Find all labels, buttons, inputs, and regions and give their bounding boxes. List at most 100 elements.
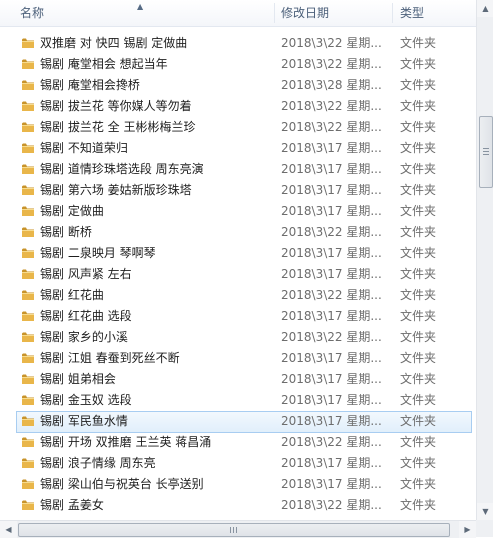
file-modified-date: 2018\3\17 星期... bbox=[281, 141, 382, 155]
file-type: 文件夹 bbox=[400, 141, 437, 155]
file-row[interactable]: 锡剧 二泉映月 琴啊琴 2018\3\17 星期... 文件夹 bbox=[16, 243, 476, 264]
file-row[interactable]: 锡剧 第六场 姜姑新版珍珠塔 2018\3\17 星期... 文件夹 bbox=[16, 180, 476, 201]
horizontal-scroll-thumb[interactable] bbox=[18, 523, 450, 537]
scroll-up-icon[interactable]: ▲ bbox=[477, 0, 493, 17]
file-modified-date: 2018\3\17 星期... bbox=[281, 162, 382, 176]
file-row[interactable]: 锡剧 孟姜女 2018\3\22 星期... 文件夹 bbox=[16, 495, 476, 516]
file-name: 锡剧 红花曲 bbox=[40, 288, 104, 302]
folder-icon bbox=[21, 226, 35, 238]
file-name: 锡剧 断桥 bbox=[40, 225, 92, 239]
column-divider[interactable] bbox=[274, 3, 275, 23]
file-modified-date: 2018\3\28 星期... bbox=[281, 78, 382, 92]
file-modified-date: 2018\3\22 星期... bbox=[281, 498, 382, 512]
vertical-scroll-thumb[interactable] bbox=[479, 116, 493, 188]
scroll-right-icon[interactable]: ▶ bbox=[459, 521, 476, 538]
file-type: 文件夹 bbox=[400, 330, 437, 344]
file-row[interactable]: 锡剧 姐弟相会 2018\3\17 星期... 文件夹 bbox=[16, 369, 476, 390]
file-modified-date: 2018\3\22 星期... bbox=[281, 288, 382, 302]
file-name: 锡剧 第六场 姜姑新版珍珠塔 bbox=[40, 183, 192, 197]
file-type: 文件夹 bbox=[400, 246, 437, 260]
file-name: 锡剧 孟姜女 bbox=[40, 498, 104, 512]
file-modified-date: 2018\3\17 星期... bbox=[281, 477, 382, 491]
file-name: 锡剧 不知道荣归 bbox=[40, 141, 128, 155]
scrollbar-corner bbox=[476, 520, 493, 537]
file-row[interactable]: 锡剧 江姐 春蚕到死丝不断 2018\3\17 星期... 文件夹 bbox=[16, 348, 476, 369]
file-name: 锡剧 梁山伯与祝英台 长亭送别 bbox=[40, 477, 204, 491]
file-modified-date: 2018\3\17 星期... bbox=[281, 351, 382, 365]
file-row[interactable]: 锡剧 红花曲 选段 2018\3\17 星期... 文件夹 bbox=[16, 306, 476, 327]
file-modified-date: 2018\3\17 星期... bbox=[281, 393, 382, 407]
file-row[interactable]: 锡剧 庵堂相会搀桥 2018\3\28 星期... 文件夹 bbox=[16, 75, 476, 96]
file-modified-date: 2018\3\22 星期... bbox=[281, 435, 382, 449]
file-list-view: ▲ 名称 修改日期 类型 双推磨 对 快四 锡剧 定做曲 2018\3\22 星期… bbox=[0, 0, 493, 538]
file-type: 文件夹 bbox=[400, 435, 437, 449]
file-row[interactable]: 锡剧 开场 双推磨 王兰英 蒋昌涌 2018\3\22 星期... 文件夹 bbox=[16, 432, 476, 453]
folder-icon bbox=[21, 100, 35, 112]
file-name: 锡剧 庵堂相会搀桥 bbox=[40, 78, 140, 92]
file-type: 文件夹 bbox=[400, 78, 437, 92]
sort-ascending-icon: ▲ bbox=[137, 2, 144, 11]
file-name: 锡剧 江姐 春蚕到死丝不断 bbox=[40, 351, 180, 365]
column-divider[interactable] bbox=[392, 3, 393, 23]
folder-icon bbox=[21, 373, 35, 385]
file-row[interactable]: 锡剧 拔兰花 全 王彬彬梅兰珍 2018\3\22 星期... 文件夹 bbox=[16, 117, 476, 138]
file-name: 锡剧 红花曲 选段 bbox=[40, 309, 132, 323]
file-name: 锡剧 定做曲 bbox=[40, 204, 104, 218]
file-type: 文件夹 bbox=[400, 414, 437, 428]
file-row[interactable]: 锡剧 不知道荣归 2018\3\17 星期... 文件夹 bbox=[16, 138, 476, 159]
file-row[interactable]: 锡剧 庵堂相会 想起当年 2018\3\22 星期... 文件夹 bbox=[16, 54, 476, 75]
file-type: 文件夹 bbox=[400, 288, 437, 302]
file-name: 双推磨 对 快四 锡剧 定做曲 bbox=[40, 36, 188, 50]
file-type: 文件夹 bbox=[400, 225, 437, 239]
scroll-left-icon[interactable]: ◀ bbox=[0, 521, 17, 538]
column-header-date[interactable]: 修改日期 bbox=[281, 0, 329, 26]
file-row[interactable]: 锡剧 风声紧 左右 2018\3\17 星期... 文件夹 bbox=[16, 264, 476, 285]
file-modified-date: 2018\3\17 星期... bbox=[281, 309, 382, 323]
file-type: 文件夹 bbox=[400, 393, 437, 407]
file-row[interactable]: 锡剧 断桥 2018\3\22 星期... 文件夹 bbox=[16, 222, 476, 243]
file-name: 锡剧 开场 双推磨 王兰英 蒋昌涌 bbox=[40, 435, 212, 449]
file-type: 文件夹 bbox=[400, 456, 437, 470]
file-type: 文件夹 bbox=[400, 204, 437, 218]
folder-icon bbox=[21, 436, 35, 448]
horizontal-scrollbar[interactable]: ◀ ▶ bbox=[0, 520, 476, 538]
file-type: 文件夹 bbox=[400, 372, 437, 386]
file-row[interactable]: 锡剧 浪子情缘 周东亮 2018\3\17 星期... 文件夹 bbox=[16, 453, 476, 474]
scroll-down-icon[interactable]: ▼ bbox=[477, 503, 493, 520]
file-modified-date: 2018\3\22 星期... bbox=[281, 225, 382, 239]
file-name: 锡剧 道情珍珠塔选段 周东亮演 bbox=[40, 162, 204, 176]
file-type: 文件夹 bbox=[400, 183, 437, 197]
folder-icon bbox=[21, 457, 35, 469]
file-row[interactable]: 双推磨 对 快四 锡剧 定做曲 2018\3\22 星期... 文件夹 bbox=[16, 33, 476, 54]
vertical-scrollbar[interactable]: ▲ ▼ bbox=[476, 0, 493, 520]
file-modified-date: 2018\3\17 星期... bbox=[281, 204, 382, 218]
file-modified-date: 2018\3\22 星期... bbox=[281, 330, 382, 344]
file-row[interactable]: 锡剧 红花曲 2018\3\22 星期... 文件夹 bbox=[16, 285, 476, 306]
file-type: 文件夹 bbox=[400, 351, 437, 365]
file-name: 锡剧 家乡的小溪 bbox=[40, 330, 128, 344]
folder-icon bbox=[21, 79, 35, 91]
file-modified-date: 2018\3\17 星期... bbox=[281, 183, 382, 197]
folder-icon bbox=[21, 499, 35, 511]
file-type: 文件夹 bbox=[400, 162, 437, 176]
file-row[interactable]: 锡剧 军民鱼水情 2018\3\17 星期... 文件夹 bbox=[16, 411, 476, 433]
column-header-name[interactable]: 名称 bbox=[20, 0, 44, 26]
file-rows: 双推磨 对 快四 锡剧 定做曲 2018\3\22 星期... 文件夹 锡剧 庵堂相会… bbox=[0, 33, 476, 523]
file-row[interactable]: 锡剧 家乡的小溪 2018\3\22 星期... 文件夹 bbox=[16, 327, 476, 348]
folder-icon bbox=[21, 478, 35, 490]
file-row[interactable]: 锡剧 金玉奴 选段 2018\3\17 星期... 文件夹 bbox=[16, 390, 476, 411]
folder-icon bbox=[21, 163, 35, 175]
column-header-type[interactable]: 类型 bbox=[400, 0, 424, 26]
file-name: 锡剧 二泉映月 琴啊琴 bbox=[40, 246, 156, 260]
file-type: 文件夹 bbox=[400, 120, 437, 134]
file-row[interactable]: 锡剧 梁山伯与祝英台 长亭送别 2018\3\17 星期... 文件夹 bbox=[16, 474, 476, 495]
file-row[interactable]: 锡剧 拔兰花 等你媒人等勿着 2018\3\22 星期... 文件夹 bbox=[16, 96, 476, 117]
folder-icon bbox=[21, 184, 35, 196]
file-row[interactable]: 锡剧 道情珍珠塔选段 周东亮演 2018\3\17 星期... 文件夹 bbox=[16, 159, 476, 180]
file-modified-date: 2018\3\22 星期... bbox=[281, 57, 382, 71]
file-name: 锡剧 庵堂相会 想起当年 bbox=[40, 57, 168, 71]
file-row[interactable]: 锡剧 定做曲 2018\3\17 星期... 文件夹 bbox=[16, 201, 476, 222]
folder-icon bbox=[21, 331, 35, 343]
file-type: 文件夹 bbox=[400, 57, 437, 71]
file-modified-date: 2018\3\22 星期... bbox=[281, 120, 382, 134]
